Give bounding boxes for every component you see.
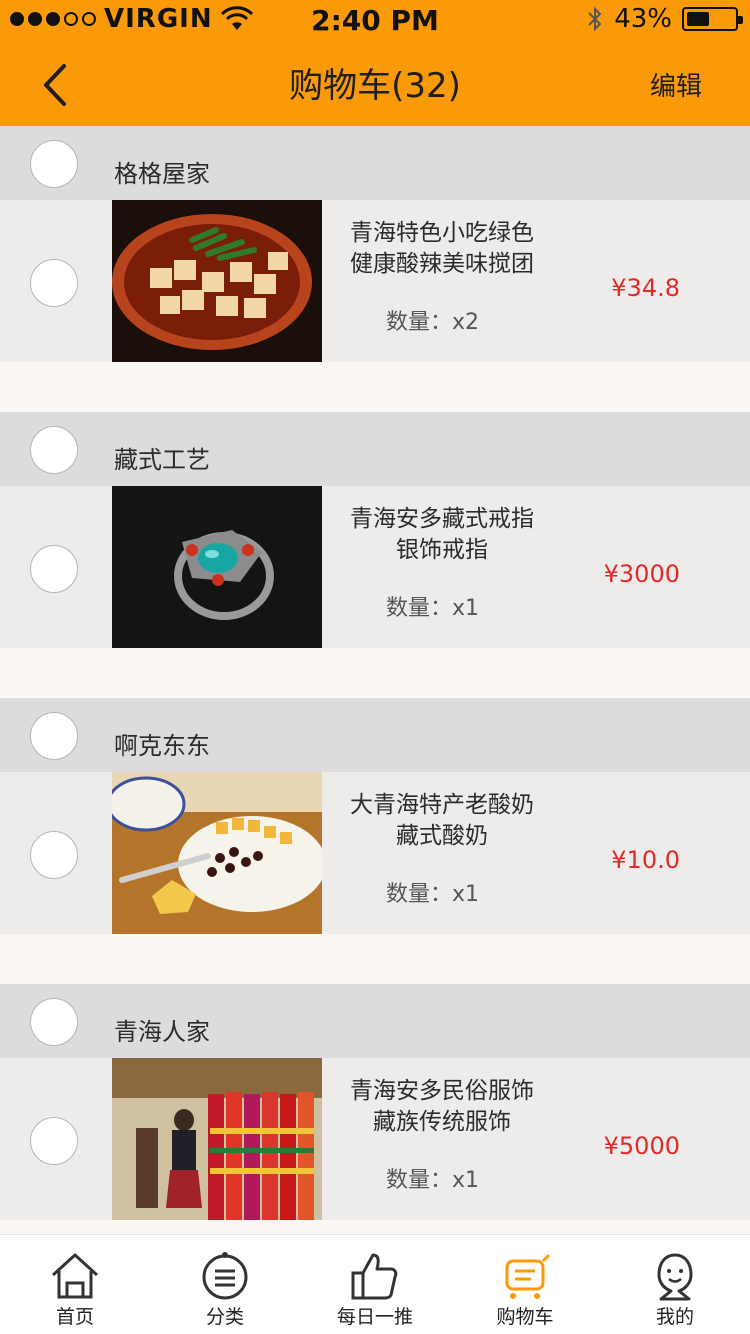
product-title[interactable]: 青海安多民俗服饰 藏族传统服饰 bbox=[332, 1076, 552, 1138]
shop-select-radio[interactable] bbox=[30, 140, 78, 188]
product-image[interactable] bbox=[112, 200, 322, 362]
product-title-line: 健康酸辣美味搅团 bbox=[350, 251, 534, 277]
shop-header: 啊克东东 bbox=[0, 698, 750, 772]
cart-shop-group: 格格屋家 青海特色小吃绿色 健康酸辣美味搅团 数量：x2 ¥34.8 bbox=[0, 126, 750, 412]
item-select-radio[interactable] bbox=[30, 259, 78, 307]
cart-shop-group: 啊克东东 大青海特产老酸奶 藏式酸奶 数量：x1 ¥10.0 bbox=[0, 698, 750, 984]
product-price: ¥3000 bbox=[603, 560, 680, 588]
product-title-line: 藏式酸奶 bbox=[396, 823, 488, 849]
category-icon bbox=[202, 1252, 248, 1300]
shop-header: 格格屋家 bbox=[0, 126, 750, 200]
battery-percent: 43% bbox=[614, 4, 672, 34]
cart-list: 格格屋家 青海特色小吃绿色 健康酸辣美味搅团 数量：x2 ¥34.8 藏式工艺 … bbox=[0, 126, 750, 1234]
product-title-line: 银饰戒指 bbox=[396, 537, 488, 563]
product-title[interactable]: 大青海特产老酸奶 藏式酸奶 bbox=[332, 790, 552, 852]
tab-daily-pick[interactable]: 每日一推 bbox=[300, 1235, 450, 1334]
shop-name: 啊克东东 bbox=[114, 732, 210, 760]
profile-icon bbox=[657, 1253, 693, 1301]
tab-label: 购物车 bbox=[496, 1306, 554, 1328]
cart-item[interactable]: 大青海特产老酸奶 藏式酸奶 数量：x1 ¥10.0 bbox=[0, 772, 750, 934]
quantity-value: x1 bbox=[452, 1168, 480, 1193]
quantity: 数量：x2 bbox=[386, 304, 479, 336]
top-bar: VIRGIN 2:40 PM 43% 购物车(32) 编辑 bbox=[0, 0, 750, 126]
product-image[interactable] bbox=[112, 1058, 322, 1220]
tab-label: 我的 bbox=[655, 1306, 694, 1328]
battery-icon bbox=[682, 7, 743, 31]
product-price: ¥10.0 bbox=[611, 846, 680, 874]
product-price: ¥5000 bbox=[603, 1132, 680, 1160]
nav-bar: 购物车(32) 编辑 bbox=[0, 40, 750, 126]
product-title-line: 藏族传统服饰 bbox=[373, 1109, 511, 1135]
product-image[interactable] bbox=[112, 772, 322, 934]
group-divider bbox=[0, 362, 750, 412]
cart-item[interactable]: 青海安多民俗服饰 藏族传统服饰 数量：x1 ¥5000 bbox=[0, 1058, 750, 1220]
shop-select-radio[interactable] bbox=[30, 426, 78, 474]
product-title[interactable]: 青海安多藏式戒指 银饰戒指 bbox=[332, 504, 552, 566]
shop-name: 格格屋家 bbox=[114, 160, 210, 188]
tab-bar: 首页 分类 每日一推 购物车 我的 bbox=[0, 1234, 750, 1334]
tab-home[interactable]: 首页 bbox=[0, 1235, 150, 1334]
cart-icon bbox=[505, 1253, 551, 1299]
bluetooth-icon bbox=[588, 6, 602, 32]
item-select-radio[interactable] bbox=[30, 1117, 78, 1165]
shop-select-radio[interactable] bbox=[30, 712, 78, 760]
shop-name: 青海人家 bbox=[114, 1018, 210, 1046]
tab-cart[interactable]: 购物车 bbox=[450, 1235, 600, 1334]
quantity-value: x1 bbox=[452, 596, 480, 621]
cart-shop-group: 青海人家 青海安多民俗服饰 藏族传统服饰 数量：x1 ¥5000 bbox=[0, 984, 750, 1234]
quantity: 数量：x1 bbox=[386, 876, 479, 908]
quantity-label: 数量： bbox=[386, 596, 453, 621]
item-select-radio[interactable] bbox=[30, 831, 78, 879]
shop-header: 藏式工艺 bbox=[0, 412, 750, 486]
tab-label: 每日一推 bbox=[336, 1306, 413, 1328]
thumbs-up-icon bbox=[351, 1253, 398, 1300]
product-title-line: 青海安多民俗服饰 bbox=[350, 1078, 534, 1104]
group-divider bbox=[0, 648, 750, 698]
shop-header: 青海人家 bbox=[0, 984, 750, 1058]
quantity-label: 数量： bbox=[386, 310, 453, 335]
product-image[interactable] bbox=[112, 486, 322, 648]
status-bar: VIRGIN 2:40 PM 43% bbox=[0, 0, 750, 40]
cart-shop-group: 藏式工艺 青海安多藏式戒指 银饰戒指 数量：x1 ¥3000 bbox=[0, 412, 750, 698]
product-title-line: 大青海特产老酸奶 bbox=[350, 792, 534, 818]
shop-name: 藏式工艺 bbox=[114, 446, 210, 474]
quantity-label: 数量： bbox=[386, 1168, 453, 1193]
quantity-value: x2 bbox=[452, 310, 480, 335]
cart-item[interactable]: 青海特色小吃绿色 健康酸辣美味搅团 数量：x2 ¥34.8 bbox=[0, 200, 750, 362]
shop-select-radio[interactable] bbox=[30, 998, 78, 1046]
tab-category[interactable]: 分类 bbox=[150, 1235, 300, 1334]
product-title[interactable]: 青海特色小吃绿色 健康酸辣美味搅团 bbox=[332, 218, 552, 280]
product-title-line: 青海安多藏式戒指 bbox=[350, 506, 534, 532]
quantity-value: x1 bbox=[452, 882, 480, 907]
home-icon bbox=[51, 1253, 99, 1299]
item-select-radio[interactable] bbox=[30, 545, 78, 593]
quantity: 数量：x1 bbox=[386, 590, 479, 622]
tab-label: 分类 bbox=[205, 1306, 244, 1328]
tab-profile[interactable]: 我的 bbox=[600, 1235, 750, 1334]
group-divider bbox=[0, 934, 750, 984]
tab-label: 首页 bbox=[55, 1306, 94, 1328]
page-title: 购物车(32) bbox=[289, 66, 461, 106]
product-price: ¥34.8 bbox=[611, 274, 680, 302]
product-title-line: 青海特色小吃绿色 bbox=[350, 220, 534, 246]
edit-button[interactable]: 编辑 bbox=[650, 66, 702, 103]
quantity: 数量：x1 bbox=[386, 1162, 479, 1194]
quantity-label: 数量： bbox=[386, 882, 453, 907]
cart-item[interactable]: 青海安多藏式戒指 银饰戒指 数量：x1 ¥3000 bbox=[0, 486, 750, 648]
